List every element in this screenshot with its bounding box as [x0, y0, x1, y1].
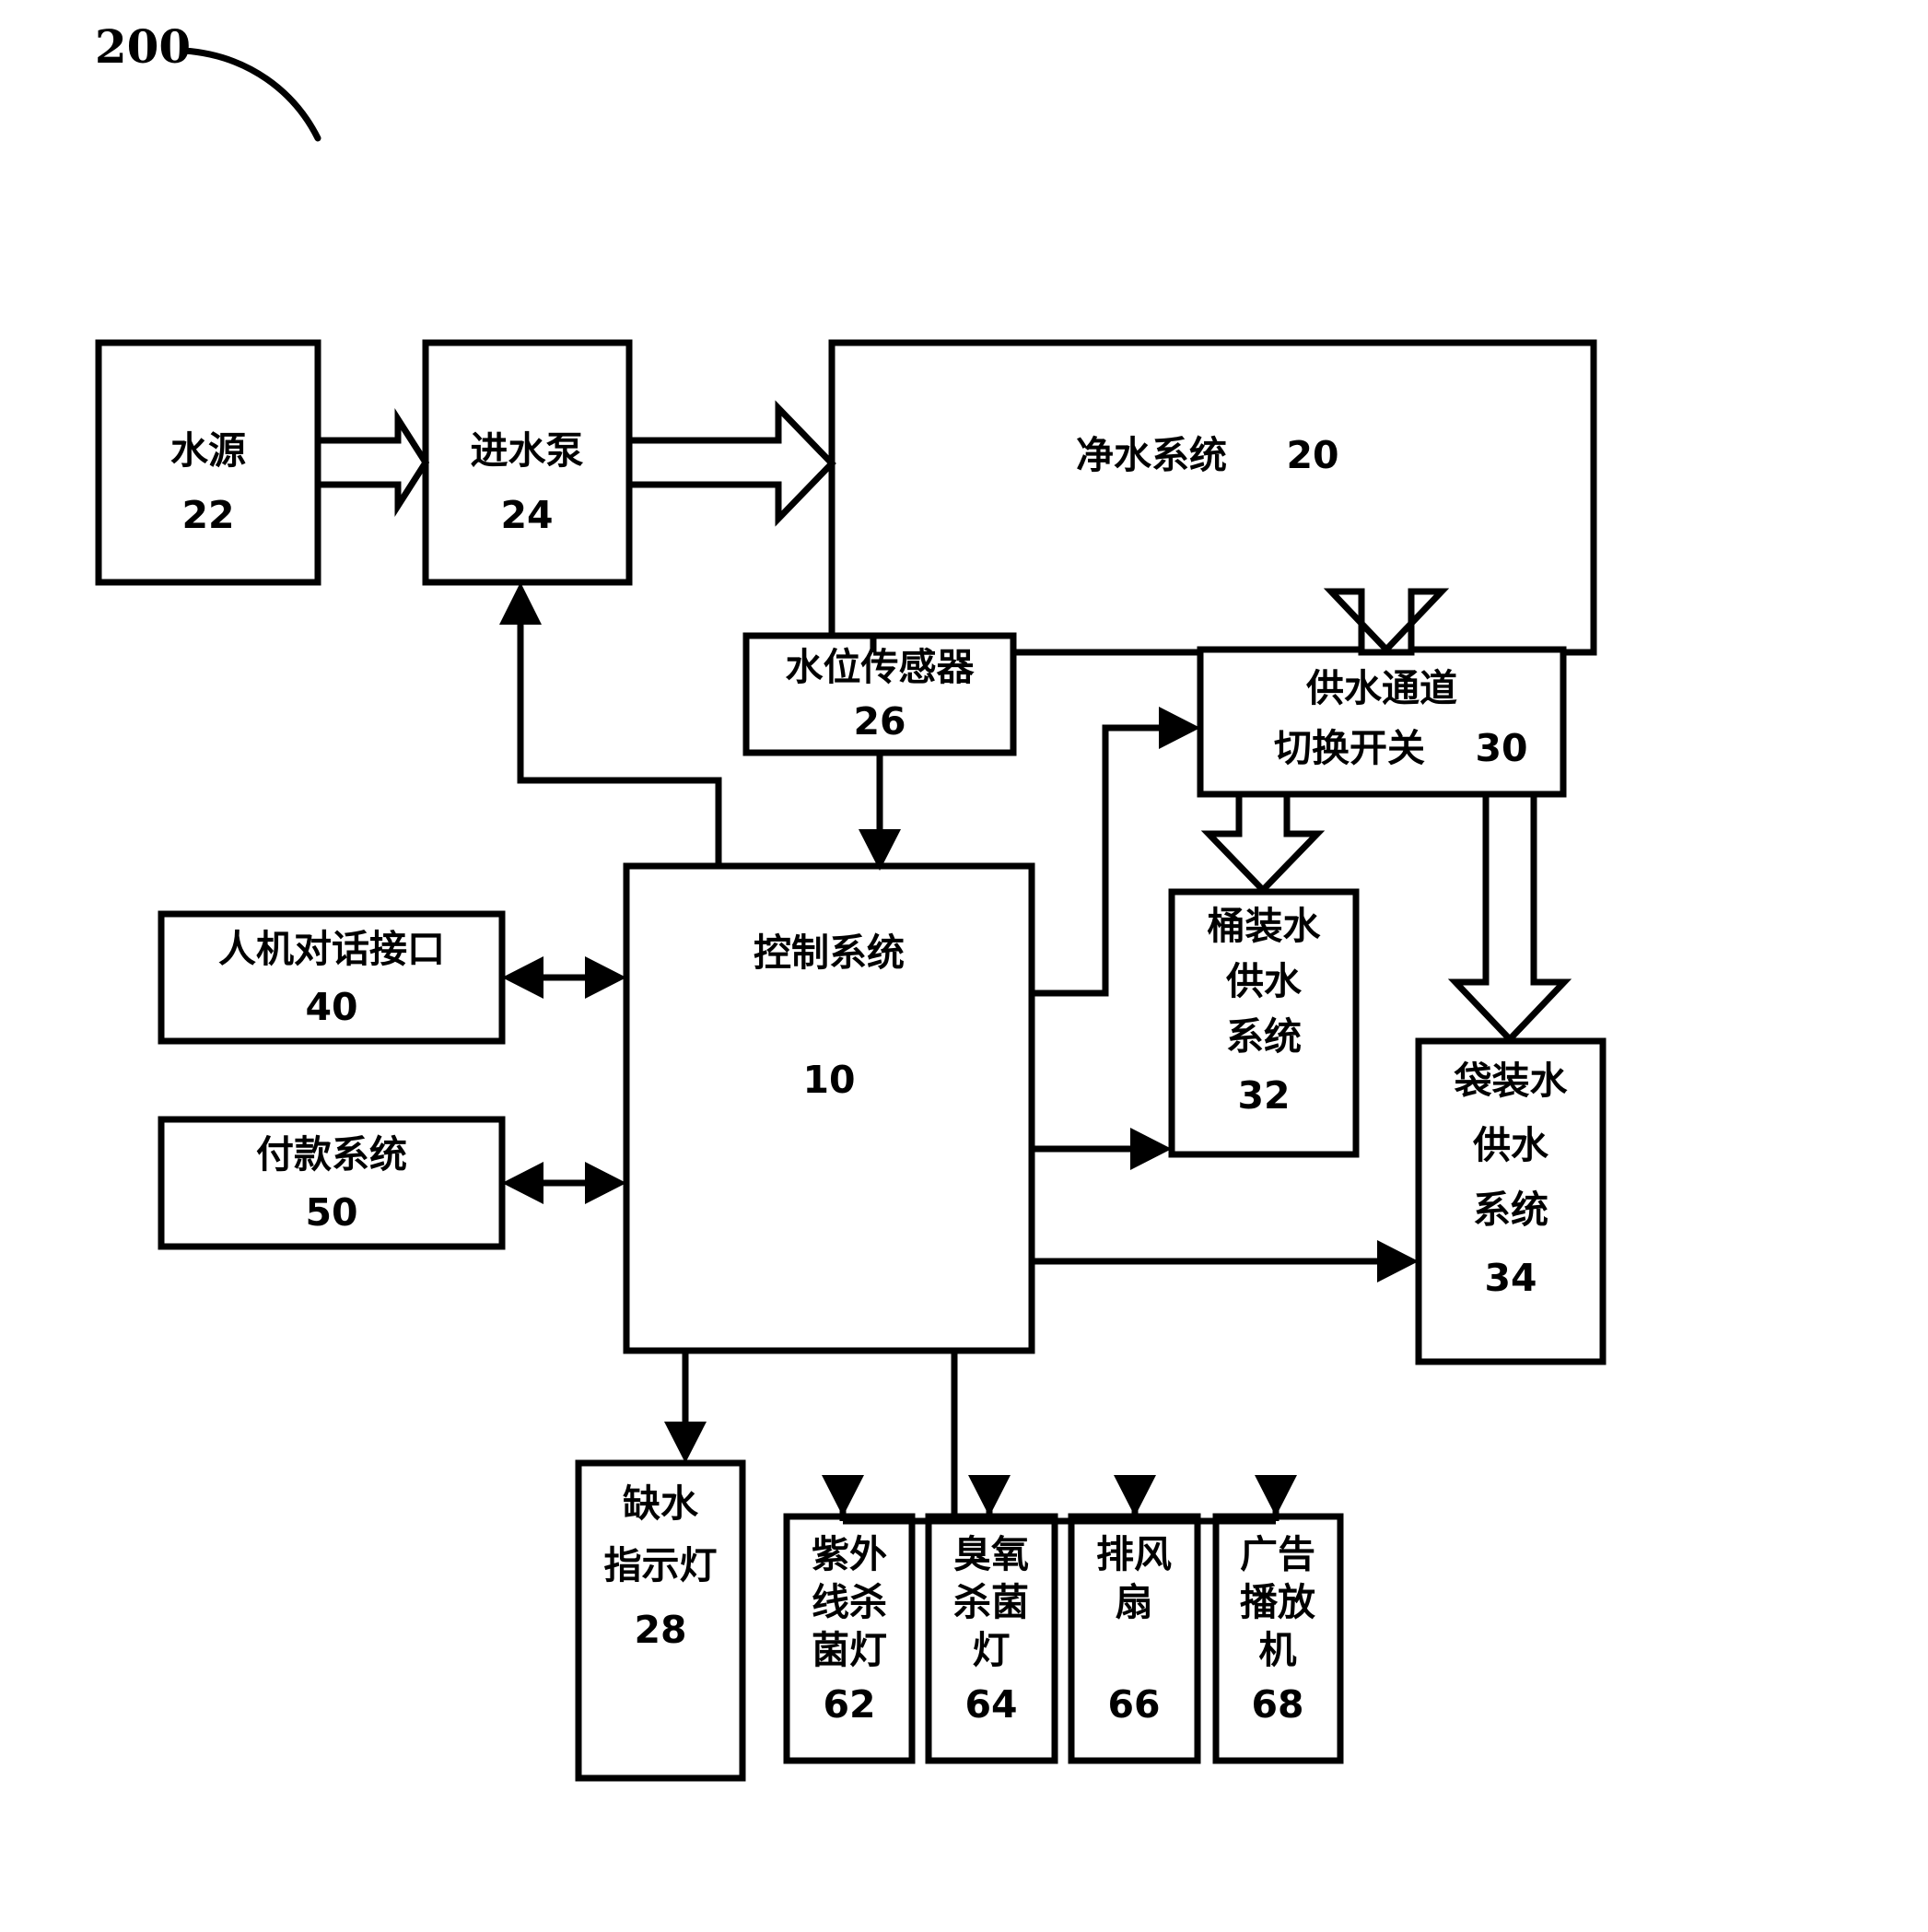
- block-label-line2: 供水: [1473, 1123, 1549, 1167]
- block-label: 人机对话接口: [218, 927, 445, 971]
- block-label-line1: 紫外: [812, 1532, 887, 1576]
- block-low-water-indicator[interactable]: 缺水 指示灯 28: [575, 1459, 746, 1782]
- block-payment-system[interactable]: 付款系统 50: [158, 1116, 506, 1250]
- block-ad-player[interactable]: 广告 播放 机 68: [1212, 1513, 1344, 1764]
- block-water-level-sensor[interactable]: 水位传感器 26: [742, 632, 1017, 756]
- block-label-line2: 切换开关: [1274, 726, 1425, 770]
- block-label: 进水泵: [471, 428, 584, 473]
- block-label-line1: 臭氧: [953, 1532, 1029, 1576]
- block-label-line1: 广告: [1240, 1532, 1315, 1576]
- block-label: 控制系统: [754, 931, 905, 975]
- block-uv-sterilizer-lamp[interactable]: 紫外 线杀 菌灯 62: [783, 1513, 916, 1764]
- block-exhaust-fan[interactable]: 排风 扇 66: [1068, 1513, 1201, 1764]
- block-supply-switch[interactable]: 供水通道 切换开关 30: [1197, 646, 1567, 798]
- block-label: 水源: [170, 428, 246, 473]
- patent-block-diagram: 200 水源 22 进水泵 24 净水系统 20 水位传感器 26 供水通道 切…: [0, 0, 1928, 1932]
- block-number: 64: [964, 1682, 1017, 1727]
- block-number: 50: [305, 1190, 357, 1235]
- block-number: 20: [1286, 433, 1338, 477]
- block-label-line3: 系统: [1473, 1188, 1548, 1232]
- block-label-line1: 供水通道: [1306, 666, 1457, 710]
- block-label-line3: 灯: [973, 1628, 1011, 1672]
- block-number: 66: [1107, 1682, 1160, 1727]
- block-number: 32: [1237, 1073, 1290, 1118]
- block-number: 30: [1475, 726, 1527, 770]
- block-water-purification[interactable]: 净水系统 20: [828, 339, 1597, 656]
- block-label-line1: 缺水: [623, 1481, 699, 1526]
- block-control-system[interactable]: 控制系统 10: [623, 862, 1035, 1354]
- block-number: 26: [853, 699, 906, 744]
- block-label-line2: 指示灯: [604, 1543, 718, 1587]
- block-number: 10: [802, 1058, 855, 1102]
- block-label: 水位传感器: [786, 645, 976, 689]
- block-label-line2: 扇: [1116, 1580, 1153, 1624]
- block-ozone-sterilizer-lamp[interactable]: 臭氧 杀菌 灯 64: [925, 1513, 1058, 1764]
- block-number: 62: [823, 1682, 875, 1727]
- block-label-line1: 排风: [1096, 1532, 1172, 1576]
- block-label-line3: 菌灯: [812, 1628, 887, 1672]
- block-number: 34: [1484, 1256, 1537, 1300]
- block-label-line2: 供水: [1226, 959, 1303, 1003]
- block-label-line1: 桶装水: [1208, 904, 1322, 948]
- block-number: 22: [181, 493, 234, 537]
- block-label-line3: 机: [1259, 1628, 1297, 1672]
- block-inlet-pump[interactable]: 进水泵 24: [422, 339, 633, 586]
- block-label-line2: 播放: [1240, 1580, 1315, 1624]
- block-number: 40: [305, 985, 357, 1029]
- block-label-line2: 杀菌: [953, 1580, 1029, 1624]
- block-label-line1: 袋装水: [1454, 1059, 1569, 1103]
- block-hmi-interface[interactable]: 人机对话接口 40: [158, 910, 506, 1045]
- block-barrel-water-supply[interactable]: 桶装水 供水 系统 32: [1168, 888, 1360, 1158]
- block-number: 68: [1251, 1682, 1303, 1727]
- figure-number: 200: [95, 19, 191, 74]
- block-water-source[interactable]: 水源 22: [95, 339, 321, 586]
- block-bag-water-supply[interactable]: 袋装水 供水 系统 34: [1415, 1037, 1607, 1365]
- block-label-line2: 线杀: [812, 1580, 887, 1624]
- block-number: 28: [634, 1608, 686, 1652]
- block-label-line3: 系统: [1226, 1014, 1302, 1059]
- block-label: 付款系统: [256, 1132, 407, 1177]
- block-number: 24: [500, 493, 553, 537]
- block-label: 净水系统: [1076, 433, 1227, 477]
